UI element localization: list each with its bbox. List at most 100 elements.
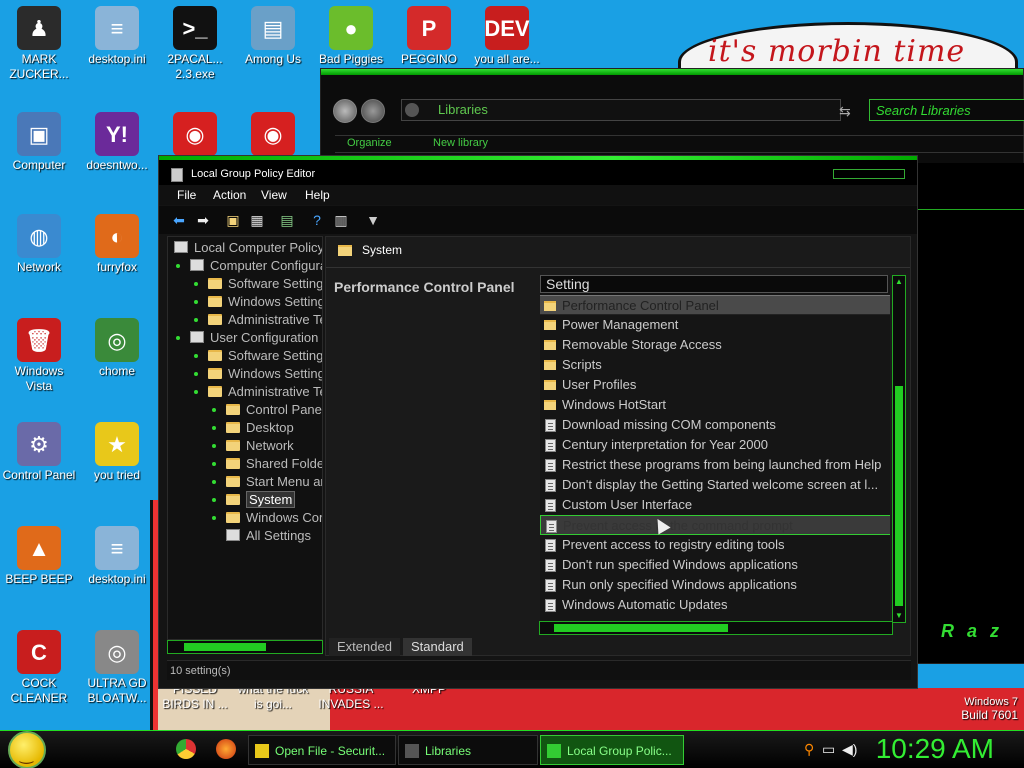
desktop-icon-angry1[interactable]: ◉ [156,112,234,158]
tree-node[interactable]: Windows Components [212,509,322,527]
address-bar[interactable]: Libraries [401,99,841,121]
refresh-icon[interactable]: ⇆ [839,103,851,120]
expand-bullet-icon[interactable] [212,462,216,466]
new-library-button[interactable]: New library [433,137,488,149]
back-icon[interactable]: ⬅ [171,212,187,228]
expand-bullet-icon[interactable] [194,300,198,304]
back-arrow-icon[interactable] [333,99,357,123]
window-controls[interactable] [833,169,905,179]
desktop-icon-among-us[interactable]: ▤ Among Us [234,6,312,67]
up-folder-icon[interactable]: ▣ [225,212,241,228]
search-input[interactable]: Search Libraries [869,99,1024,121]
desktop-icon-angry2[interactable]: ◉ [234,112,312,158]
tree-node[interactable]: User Configuration [176,329,318,347]
expand-bullet-icon[interactable] [212,498,216,502]
list-item-setting[interactable]: Windows Automatic Updates [540,595,890,615]
list-item-folder[interactable]: User Profiles [540,375,890,395]
start-button[interactable] [8,731,46,768]
expand-bullet-icon[interactable] [194,390,198,394]
list-item-setting[interactable]: Download missing COM components [540,415,890,435]
desktop-icon-you-tried[interactable]: ★ you tried [78,422,156,483]
desktop-icon-computer[interactable]: ▣ Computer [0,112,78,173]
expand-bullet-icon[interactable] [194,354,198,358]
forward-arrow-icon[interactable] [361,99,385,123]
export-list-icon[interactable]: ▤ [279,212,295,228]
desktop-icon-network[interactable]: ◍ Network [0,214,78,275]
tree-node[interactable]: Software Settings [194,275,322,293]
expand-bullet-icon[interactable] [212,480,216,484]
scroll-down-icon[interactable]: ▼ [893,610,905,622]
desktop-icon-control-panel[interactable]: ⚙ Control Panel [0,422,78,483]
tab-extended[interactable]: Extended [329,638,400,656]
search-icon[interactable]: ⚲ [804,741,814,758]
tree-node[interactable]: Administrative Templates [194,311,322,329]
list-item-setting[interactable]: Run only specified Windows applications [540,575,890,595]
tree-node[interactable]: Shared Folders [212,455,322,473]
group-policy-window[interactable]: Local Group Policy Editor File Action Vi… [158,155,918,689]
tree-node[interactable]: Software Settings [194,347,322,365]
list-vertical-scrollbar[interactable]: ▲ ▼ [892,275,906,623]
list-item-folder[interactable]: Windows HotStart [540,395,890,415]
desktop-icon-desktop-ini-2[interactable]: ≡ desktop.ini [78,526,156,587]
organize-button[interactable]: Organize [347,137,392,149]
list-item-folder[interactable]: Performance Control Panel [540,295,890,315]
desktop-icon-dev[interactable]: DEV you all are... [468,6,546,67]
desktop-icon-cock-cleaner[interactable]: C COCK CLEANER [0,630,78,706]
show-hide-tree-icon[interactable]: ▦ [249,212,265,228]
filter-icon[interactable]: ▼ [365,212,381,228]
menu-action[interactable]: Action [213,188,246,202]
expand-bullet-icon[interactable] [194,282,198,286]
settings-list[interactable]: Setting Performance Control Panel Power M… [540,275,890,623]
column-header-setting[interactable]: Setting [540,275,888,293]
taskbar-button[interactable]: Local Group Polic... [540,735,684,765]
forward-icon[interactable]: ➡ [195,212,211,228]
tree-node[interactable]: System [212,491,296,509]
volume-icon[interactable]: ◀) [842,741,857,758]
tree-node[interactable]: Start Menu and Taskbar [212,473,322,491]
desktop-icon-beep[interactable]: ▲ BEEP BEEP [0,526,78,587]
desktop-icon-peggino[interactable]: P PEGGINO [390,6,468,67]
tree-node[interactable]: Control Panel [212,401,322,419]
list-item-setting[interactable]: Don't run specified Windows applications [540,555,890,575]
desktop-icon-windows-vista[interactable]: 🗑 Windows Vista [0,318,78,394]
desktop-icon-furryfox[interactable]: ◐ furryfox [78,214,156,275]
tree-node[interactable]: All Settings [226,527,311,545]
list-item-setting[interactable]: Restrict these programs from being launc… [540,455,890,475]
clock[interactable]: 10:29 AM [876,733,994,765]
scrollbar-thumb[interactable] [184,643,266,651]
list-item-folder[interactable]: Scripts [540,355,890,375]
expand-bullet-icon[interactable] [176,336,180,340]
taskbar-button[interactable]: Libraries [398,735,538,765]
desktop-icon-2pacal[interactable]: >_ 2PACAL... 2.3.exe [156,6,234,82]
extended-view-icon[interactable]: ▥ [333,212,349,228]
list-item-folder[interactable]: Power Management [540,315,890,335]
tree-node[interactable]: Administrative Templates [194,383,322,401]
list-item-setting[interactable]: Prevent access to registry editing tools [540,535,890,555]
tree-node[interactable]: Computer Configuration [176,257,322,275]
scroll-up-icon[interactable]: ▲ [893,276,905,288]
expand-bullet-icon[interactable] [176,264,180,268]
chrome-icon[interactable] [176,739,196,759]
list-item-setting[interactable]: Custom User Interface [540,495,890,515]
expand-bullet-icon[interactable] [212,426,216,430]
desktop-icon-mark[interactable]: ♟ MARK ZUCKER... [0,6,78,82]
list-item-setting[interactable]: Don't display the Getting Started welcom… [540,475,890,495]
expand-bullet-icon[interactable] [212,444,216,448]
network-icon[interactable]: ▭ [822,741,835,758]
expand-bullet-icon[interactable] [194,372,198,376]
desktop-icon-chome[interactable]: ◎ chome [78,318,156,379]
desktop-icon-desktop-ini-1[interactable]: ≡ desktop.ini [78,6,156,67]
menu-file[interactable]: File [177,188,196,202]
policy-tree[interactable]: Local Computer Policy Computer Configurat… [167,236,323,640]
expand-bullet-icon[interactable] [194,318,198,322]
tree-node[interactable]: Windows Settings [194,293,322,311]
tab-standard[interactable]: Standard [403,638,472,656]
taskbar-button[interactable]: Open File - Securit... [248,735,396,765]
tree-node[interactable]: Desktop [212,419,294,437]
list-item-folder[interactable]: Removable Storage Access [540,335,890,355]
expand-bullet-icon[interactable] [212,408,216,412]
tree-node[interactable]: Local Computer Policy [174,239,322,257]
menu-view[interactable]: View [261,188,287,202]
menu-help[interactable]: Help [305,188,330,202]
desktop-icon-ultra[interactable]: ◎ ULTRA GD BLOATW... [78,630,156,706]
